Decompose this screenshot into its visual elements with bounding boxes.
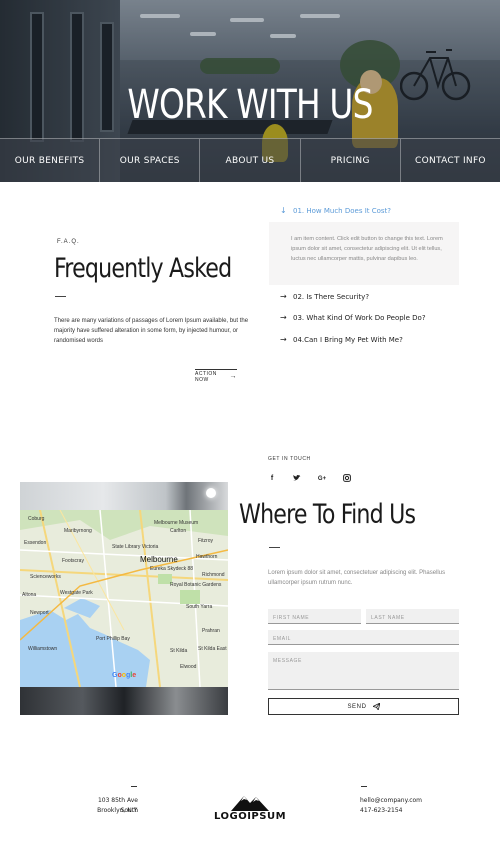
faq-description: There are many variations of passages of… bbox=[54, 318, 249, 344]
map-label: Carlton bbox=[170, 528, 187, 534]
arrow-right-icon: → bbox=[280, 335, 287, 344]
map-label: St Kilda bbox=[170, 648, 188, 654]
arrow-right-icon: → bbox=[280, 292, 287, 301]
map-label: Eureka Skydeck 88 bbox=[150, 566, 194, 572]
nav-contact-info[interactable]: CONTACT INFO bbox=[401, 139, 500, 182]
nav-our-spaces[interactable]: OUR SPACES bbox=[100, 139, 201, 182]
map-label: Westgate Park bbox=[60, 590, 93, 596]
map-label: Royal Botanic Gardens bbox=[170, 582, 222, 588]
map-label: Footscray bbox=[62, 558, 84, 564]
map-label: Melbourne Museum bbox=[154, 520, 199, 526]
footer-divider bbox=[131, 786, 137, 787]
map-label: Maribyrnong bbox=[64, 528, 92, 534]
logo-wordmark[interactable]: LOGOIPSUM bbox=[212, 811, 288, 822]
faq-question-label: 01. How Much Does It Cost? bbox=[293, 206, 392, 215]
hero-title: WORK WITH US bbox=[127, 82, 373, 128]
map-label: Fitzroy bbox=[198, 538, 213, 544]
faq-question-label: 04.Can I Bring My Pet With Me? bbox=[293, 335, 403, 344]
facebook-icon[interactable]: f bbox=[267, 474, 277, 484]
faq-question-label: 03. What Kind Of Work Do People Do? bbox=[293, 313, 426, 322]
map-label: Essendon bbox=[24, 540, 47, 546]
lamp-icon bbox=[206, 488, 216, 498]
social-links: f G+ bbox=[267, 474, 352, 484]
footer-email[interactable]: hello@company.com bbox=[360, 796, 422, 806]
map-label: Scienceworks bbox=[30, 574, 61, 580]
hero-banner: WORK WITH US OUR BENEFITS OUR SPACES ABO… bbox=[0, 0, 500, 182]
footer-divider bbox=[361, 786, 367, 787]
contact-description: Lorem ipsum dolor sit amet, consectetuer… bbox=[268, 570, 446, 586]
first-name-field[interactable]: FIRST NAME bbox=[268, 609, 361, 624]
office-photo-strip bbox=[20, 482, 228, 510]
address-line-2: Brooklyn, N.Y. bbox=[97, 807, 138, 814]
faq-question-label: 02. Is There Security? bbox=[293, 292, 370, 301]
message-field[interactable]: MESSAGE bbox=[268, 652, 459, 690]
map-label: State Library Victoria bbox=[112, 544, 159, 550]
nav-our-benefits[interactable]: OUR BENEFITS bbox=[0, 139, 101, 182]
map-label: Williamstown bbox=[28, 646, 58, 652]
map-label: Coburg bbox=[28, 516, 45, 522]
map-label: Newport bbox=[30, 610, 49, 616]
faq-heading: Frequently Asked bbox=[54, 253, 232, 284]
map-label: Prahran bbox=[202, 628, 220, 634]
faq-eyebrow: F.A.Q. bbox=[57, 239, 80, 245]
arrow-down-icon: ↓ bbox=[280, 206, 287, 215]
faq-question-3[interactable]: → 03. What Kind Of Work Do People Do? bbox=[280, 313, 426, 322]
email-field[interactable]: EMAIL bbox=[268, 630, 459, 645]
map-label: Hawthorn bbox=[196, 554, 218, 560]
map-block: Melbourne Museum Carlton Fitzroy Coburg … bbox=[20, 482, 228, 715]
map-label-major: Melbourne bbox=[140, 555, 178, 564]
faq-divider bbox=[55, 296, 66, 297]
map-label: Elwood bbox=[180, 664, 197, 670]
instagram-icon[interactable] bbox=[342, 474, 352, 484]
last-name-field[interactable]: LAST NAME bbox=[366, 609, 459, 624]
twitter-icon[interactable] bbox=[292, 474, 302, 484]
mountain-logo-icon bbox=[231, 796, 269, 811]
office-photo-strip bbox=[20, 687, 228, 715]
arrow-right-icon: → bbox=[280, 313, 287, 322]
google-plus-icon[interactable]: G+ bbox=[317, 474, 327, 484]
faq-question-2[interactable]: → 02. Is There Security? bbox=[280, 292, 369, 301]
map-graphic bbox=[20, 510, 228, 687]
location-map[interactable]: Melbourne Museum Carlton Fitzroy Coburg … bbox=[20, 510, 228, 687]
footer-phone[interactable]: 417-623-2154 bbox=[360, 806, 403, 816]
map-label: Richmond bbox=[202, 572, 225, 578]
faq-question-4[interactable]: → 04.Can I Bring My Pet With Me? bbox=[280, 335, 403, 344]
paper-plane-icon bbox=[372, 703, 380, 710]
nav-pricing[interactable]: PRICING bbox=[301, 139, 401, 182]
map-label: St Kilda East bbox=[198, 646, 227, 652]
action-now-label: ACTION NOW bbox=[195, 370, 217, 383]
send-button[interactable]: SEND bbox=[268, 698, 459, 715]
hero-nav: OUR BENEFITS OUR SPACES ABOUT US PRICING… bbox=[0, 138, 500, 182]
nav-about-us[interactable]: ABOUT US bbox=[200, 139, 301, 182]
send-label: SEND bbox=[347, 703, 367, 710]
contact-heading: Where To Find Us bbox=[239, 499, 416, 530]
faq-answer-panel: I am item content. Click edit button to … bbox=[269, 222, 459, 285]
contact-divider bbox=[269, 547, 280, 548]
map-label: Altona bbox=[22, 592, 37, 598]
faq-question-1[interactable]: ↓ 01. How Much Does It Cost? bbox=[280, 206, 391, 215]
map-label: Port Phillip Bay bbox=[96, 636, 130, 642]
arrow-right-icon: → bbox=[229, 373, 237, 380]
google-attribution: Google bbox=[112, 672, 137, 679]
contact-eyebrow: GET IN TOUCH bbox=[268, 456, 311, 462]
map-label: South Yarra bbox=[186, 604, 213, 610]
action-now-button[interactable]: ACTION NOW → bbox=[195, 369, 237, 383]
